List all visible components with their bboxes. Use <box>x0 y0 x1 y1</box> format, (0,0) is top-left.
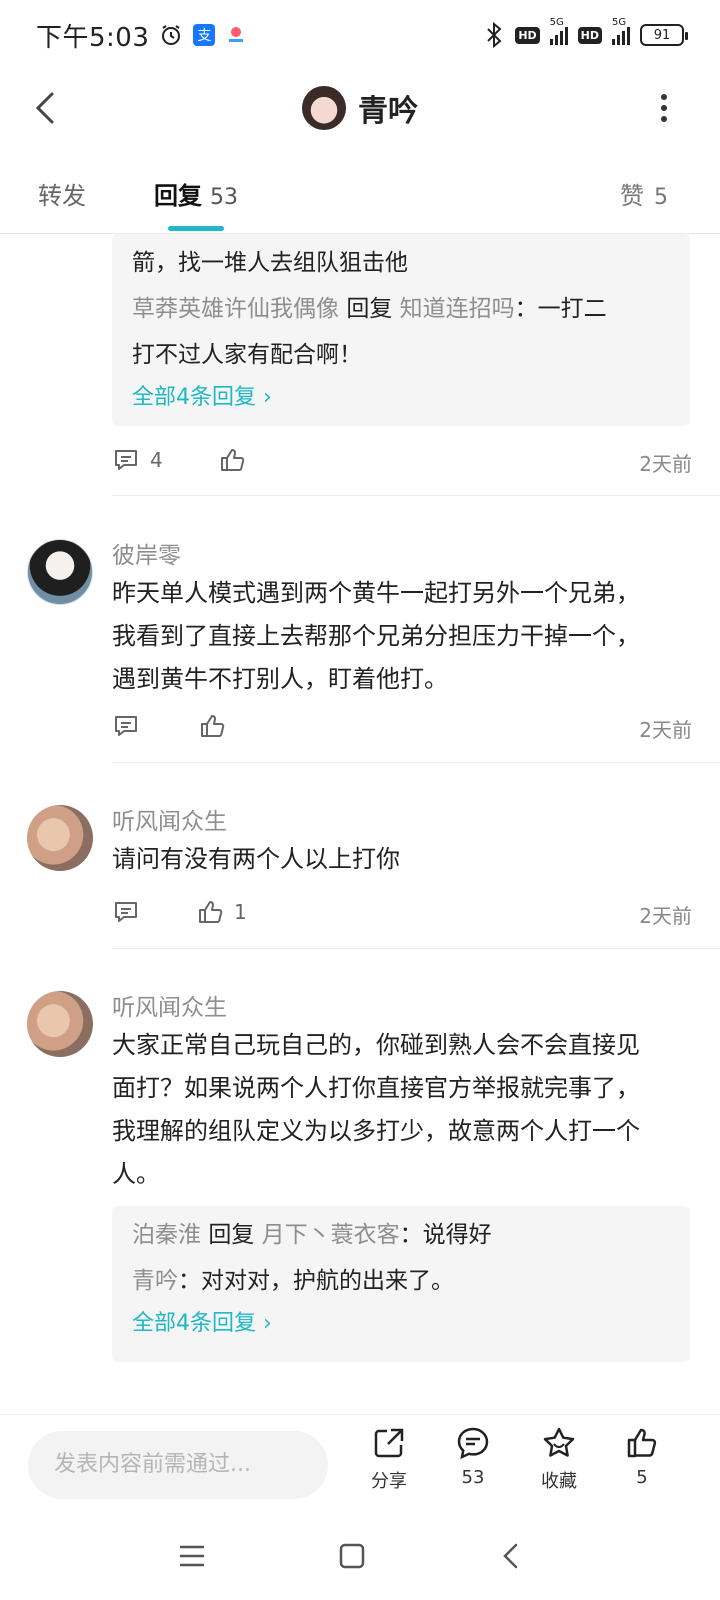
reply-text: ：对对对，护航的出来了。 <box>178 1268 454 1294</box>
avatar[interactable] <box>27 991 93 1057</box>
see-all-replies-link[interactable]: 全部4条回复 › <box>132 1304 670 1344</box>
like-button[interactable] <box>218 446 246 474</box>
alipay-icon: 支 <box>193 24 216 46</box>
nested-reply: 草莽英雄许仙我偶像 回复 知道连招吗：一打二 <box>132 286 670 332</box>
comment-content: 大家正常自己玩自己的，你碰到熟人会不会直接见 面打？如果说两个人打你直接官方举报… <box>112 1031 640 1188</box>
hd-badge-2: HD <box>577 26 602 44</box>
chevron-right-icon: › <box>263 1311 272 1336</box>
comment-button[interactable]: 4 <box>112 446 163 474</box>
status-time: 下午5:03 <box>36 22 150 53</box>
timestamp: 2天前 <box>639 452 692 476</box>
comment-icon <box>115 716 137 736</box>
like-button[interactable] <box>198 712 226 740</box>
bottom-action-bar: 发表内容前需通过... 分享 53 收藏 5 <box>0 1414 720 1514</box>
thumbs-up-icon <box>201 715 225 737</box>
comment-button[interactable] <box>112 712 140 740</box>
comment-username[interactable]: 彼岸零 <box>112 536 181 570</box>
tab-indicator <box>168 226 224 231</box>
nested-reply: 青吟：对对对，护航的出来了。 <box>132 1258 670 1304</box>
chevron-right-icon: › <box>263 385 272 410</box>
divider <box>112 495 720 496</box>
comment-icon <box>115 450 137 470</box>
like-count: 1 <box>234 900 247 924</box>
thumbs-up-icon <box>199 901 223 923</box>
comment-content: 昨天单人模式遇到两个黄牛一起打另外一个兄弟， 我看到了直接上去帮那个兄弟分担压力… <box>112 579 640 693</box>
back-arrow-icon[interactable] <box>26 86 70 130</box>
signal-icon-2: 5G <box>612 17 630 45</box>
menu-icon[interactable] <box>172 1536 212 1576</box>
reply-text: ：一打二 <box>514 296 607 322</box>
avatar[interactable] <box>27 539 93 605</box>
tab-repost[interactable]: 转发 <box>38 176 86 211</box>
page-title: 青吟 <box>358 94 418 129</box>
action-row: 4 2天前 <box>112 442 692 482</box>
comment-count: 4 <box>150 448 163 472</box>
comment-username[interactable]: 听风闻众生 <box>112 988 227 1022</box>
status-bar: 下午5:03 支 HD 5G HD 5G 91 <box>0 0 720 70</box>
divider <box>112 762 720 763</box>
home-icon[interactable] <box>332 1536 372 1576</box>
app-notification-icon <box>229 27 244 42</box>
reply-author[interactable]: 泊秦淮 <box>132 1222 201 1248</box>
header: 青吟 <box>0 70 720 146</box>
reply-continuation: 箭，找一堆人去组队狙击他 <box>132 250 408 276</box>
comment-input[interactable]: 发表内容前需通过... <box>28 1431 328 1499</box>
share-icon <box>374 1428 404 1458</box>
hd-badge: HD <box>515 26 540 44</box>
like-post-button[interactable]: 5 <box>607 1425 677 1488</box>
comment-username[interactable]: 听风闻众生 <box>112 802 227 836</box>
bluetooth-icon <box>487 22 502 48</box>
reply-author[interactable]: 青吟 <box>132 1268 178 1294</box>
battery-indicator: 91 <box>640 24 688 46</box>
back-icon[interactable] <box>492 1536 532 1576</box>
timestamp: 2天前 <box>639 904 692 928</box>
reply-target[interactable]: 知道连招吗 <box>400 296 515 322</box>
divider <box>112 948 720 949</box>
reply-text-continued: 打不过人家有配合啊！ <box>132 342 362 368</box>
comment-content: 请问有没有两个人以上打你 <box>112 845 400 873</box>
comment-icon <box>115 902 137 922</box>
alarm-icon <box>162 25 181 45</box>
comment-feed[interactable]: 箭，找一堆人去组队狙击他 草莽英雄许仙我偶像 回复 知道连招吗：一打二 打不过人… <box>0 234 720 1414</box>
action-row: 1 2天前 <box>112 894 692 934</box>
signal-icon: 5G <box>549 17 568 45</box>
share-button[interactable]: 分享 <box>354 1425 424 1493</box>
reply-word: 回复 <box>346 296 393 322</box>
nested-reply: 泊秦淮 回复 月下丶蓑衣客：说得好 <box>132 1212 670 1258</box>
reply-text: ：说得好 <box>399 1222 492 1248</box>
tab-bar: 转发 回复 53 赞5 <box>0 162 720 234</box>
comment-bubble-icon <box>457 1427 489 1460</box>
reply-target[interactable]: 月下丶蓑衣客 <box>262 1222 400 1248</box>
favorite-button[interactable]: 收藏 <box>524 1425 594 1493</box>
reply-word: 回复 <box>208 1222 255 1248</box>
reply-thread-box: 箭，找一堆人去组队狙击他 草莽英雄许仙我偶像 回复 知道连招吗：一打二 打不过人… <box>112 234 690 426</box>
like-button[interactable]: 1 <box>196 898 247 926</box>
avatar[interactable] <box>302 86 346 130</box>
comment-button[interactable] <box>112 898 140 926</box>
system-navigation-bar <box>0 1514 720 1600</box>
action-row: 2天前 <box>112 708 692 748</box>
reply-thread-box: 泊秦淮 回复 月下丶蓑衣客：说得好 青吟：对对对，护航的出来了。 全部4条回复 … <box>112 1206 690 1362</box>
header-center[interactable]: 青吟 <box>302 86 418 130</box>
reply-author[interactable]: 草莽英雄许仙我偶像 <box>132 296 339 322</box>
tab-reply[interactable]: 回复 53 <box>154 176 238 211</box>
reply-count: 53 <box>210 185 238 210</box>
tab-like[interactable]: 赞5 <box>620 176 668 211</box>
like-count: 5 <box>654 185 668 210</box>
timestamp: 2天前 <box>639 718 692 742</box>
thumbs-up-icon <box>221 449 245 471</box>
avatar[interactable] <box>27 805 93 871</box>
thumbs-up-icon <box>627 1428 657 1458</box>
status-left-icons: 支 <box>159 23 247 47</box>
see-all-replies-link[interactable]: 全部4条回复 › <box>132 378 670 418</box>
star-icon <box>543 1427 575 1457</box>
status-right: HD 5G HD 5G 91 <box>483 17 688 48</box>
more-options-icon[interactable] <box>658 90 670 126</box>
comment-count-button[interactable]: 53 <box>438 1425 508 1488</box>
